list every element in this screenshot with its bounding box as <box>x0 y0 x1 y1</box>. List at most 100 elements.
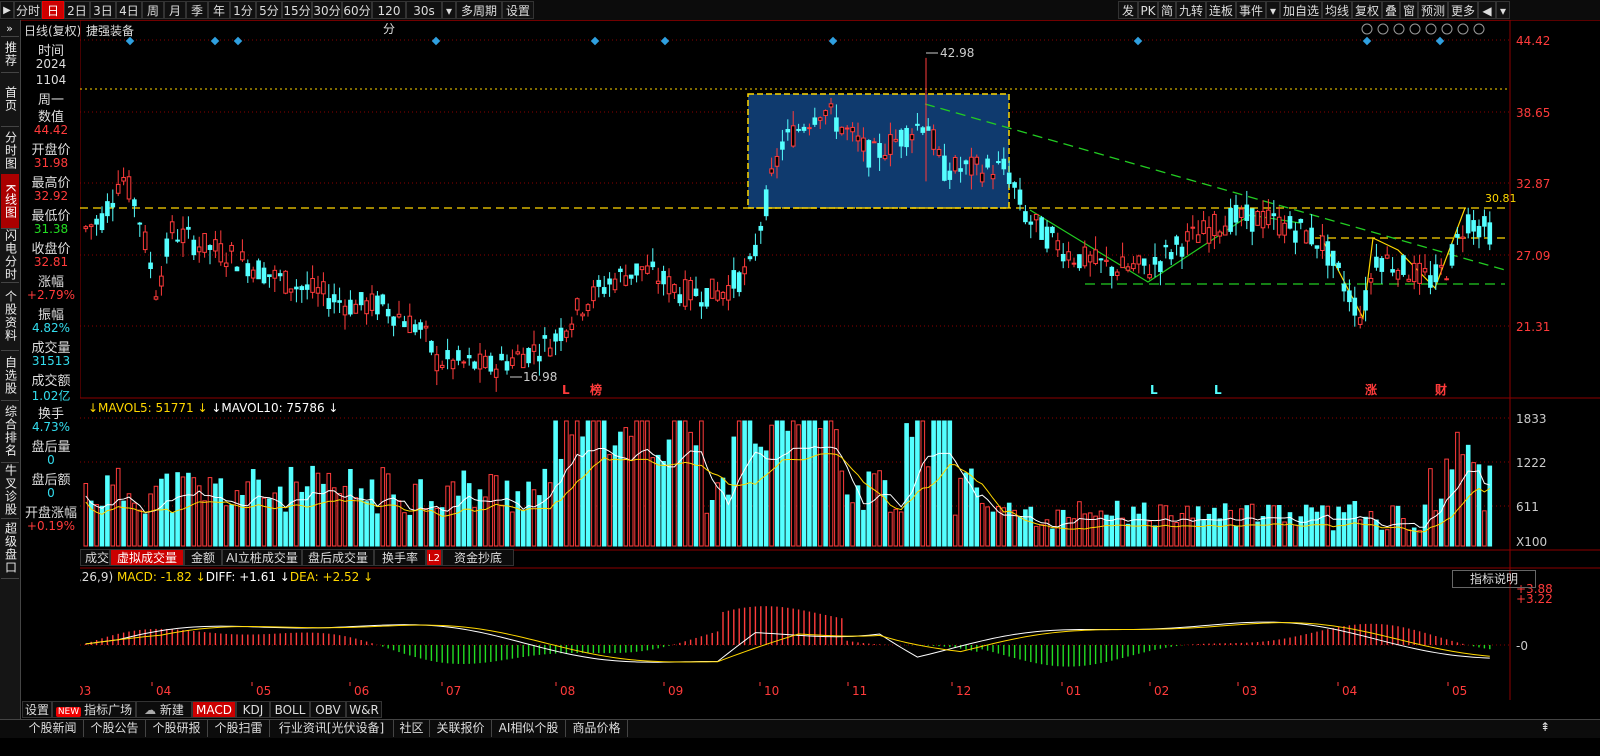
period-tab[interactable]: 60分 <box>342 1 372 19</box>
signal-label[interactable]: L <box>1150 383 1158 397</box>
left-nav-item[interactable]: 分时图 <box>1 126 19 175</box>
tool-button[interactable]: 发 <box>1118 1 1138 19</box>
left-nav-item[interactable]: 超级盘口 <box>1 518 19 579</box>
candle-body <box>250 269 256 279</box>
news-tab[interactable]: 个股研报 <box>146 720 208 737</box>
news-tab[interactable]: 个股公告 <box>84 720 146 737</box>
signal-label[interactable]: L <box>1214 383 1222 397</box>
lock-icon[interactable] <box>1425 23 1437 35</box>
bottom-indicator-tab[interactable]: OBV <box>310 701 346 718</box>
indicator-tab[interactable]: 盘后成交量 <box>302 549 374 566</box>
period-tab[interactable]: 多周期 <box>456 1 502 19</box>
period-tab[interactable]: 5分 <box>256 1 282 19</box>
left-nav-item[interactable]: 自选股 <box>1 350 19 401</box>
event-marker-icon[interactable] <box>431 36 441 46</box>
tool-button[interactable]: 更多 <box>1448 1 1478 19</box>
brush-icon[interactable] <box>1377 23 1389 35</box>
chevron-down-icon[interactable]: ▾ <box>442 1 456 19</box>
window-icon[interactable] <box>1441 23 1453 35</box>
left-nav-item[interactable]: 首页 <box>1 72 19 127</box>
tool-button[interactable]: 复权 <box>1352 1 1382 19</box>
news-tab[interactable]: 关联报价 <box>430 720 492 737</box>
indicator-help-button[interactable]: 指标说明 <box>1452 570 1536 588</box>
news-tab[interactable]: 社区 <box>394 720 430 737</box>
left-nav-item[interactable]: 推荐 <box>1 36 19 73</box>
kline-chart[interactable]: 44.42 38.65 32.87 27.09 21.31 30.81 42.98 16.98… <box>80 20 1600 700</box>
eye-icon[interactable] <box>1393 23 1405 35</box>
event-marker-icon[interactable] <box>660 36 670 46</box>
tool-button[interactable]: 加自选 <box>1280 1 1322 19</box>
news-tab[interactable]: 行业资讯[光伏设备] <box>270 720 394 737</box>
period-tab[interactable]: 15分 <box>282 1 312 19</box>
period-tab[interactable]: 1分 <box>230 1 256 19</box>
tool-button[interactable]: 九转 <box>1176 1 1206 19</box>
indicator-tab[interactable]: 成交量 <box>80 549 110 566</box>
indicator-tab[interactable]: AI立桩成交量 <box>222 549 302 566</box>
news-tab[interactable]: 商品价格 <box>566 720 628 737</box>
zoom-in-icon[interactable] <box>1457 23 1469 35</box>
left-nav-item[interactable]: 牛叉诊股 <box>1 462 19 519</box>
period-tab[interactable]: 季 <box>186 1 208 19</box>
eye-off-icon[interactable] <box>1409 23 1421 35</box>
prev-icon[interactable]: ◀ <box>1478 1 1496 19</box>
chevron-down-icon[interactable]: ▾ <box>1496 1 1510 19</box>
tool-button[interactable]: PK <box>1138 1 1158 19</box>
bottom-indicator-tab[interactable]: 设置 <box>22 701 52 718</box>
period-tab[interactable]: 年 <box>208 1 230 19</box>
period-tab[interactable]: 3日 <box>90 1 116 19</box>
left-nav-item[interactable]: 闪电分时 <box>1 228 19 283</box>
event-marker-icon[interactable] <box>125 36 135 46</box>
collapse-icon[interactable]: ▶ <box>0 1 14 19</box>
indicator-tab[interactable]: 虚拟成交量 <box>110 549 184 566</box>
zoom-out-icon[interactable] <box>1473 23 1485 35</box>
signal-label[interactable]: 财 <box>1434 382 1447 397</box>
period-tab[interactable]: 日 <box>42 1 64 19</box>
event-marker-icon[interactable] <box>1435 36 1445 46</box>
event-marker-icon[interactable] <box>1362 36 1372 46</box>
bottom-indicator-tab[interactable]: NEW 指标广场 <box>52 701 136 718</box>
event-marker-icon[interactable] <box>590 36 600 46</box>
tool-button[interactable]: 预测 <box>1418 1 1448 19</box>
left-nav-item[interactable]: 综合排名 <box>1 400 19 463</box>
tool-button[interactable]: 均线 <box>1322 1 1352 19</box>
indicator-tab[interactable]: 金额 <box>184 549 222 566</box>
indicator-tab[interactable]: 换手率 <box>374 549 426 566</box>
tool-button[interactable]: 简 <box>1158 1 1176 19</box>
event-marker-icon[interactable] <box>828 36 838 46</box>
bottom-indicator-tab[interactable]: MACD <box>192 701 236 718</box>
settings-icon[interactable] <box>1361 23 1373 35</box>
bottom-indicator-tab[interactable]: ☁ 新建 <box>136 701 192 718</box>
left-nav-item[interactable]: 个股资料 <box>1 282 19 351</box>
period-tab[interactable]: 月 <box>164 1 186 19</box>
period-tab[interactable]: 周 <box>142 1 164 19</box>
signal-label[interactable]: 榜 <box>590 382 602 397</box>
period-tab[interactable]: 分时 <box>14 1 42 19</box>
period-tab[interactable]: 2日 <box>64 1 90 19</box>
bottom-indicator-tab[interactable]: BOLL <box>270 701 310 718</box>
period-tab[interactable]: 120分 <box>372 1 406 36</box>
signal-label[interactable]: 涨 <box>1365 382 1377 397</box>
period-tab[interactable]: 4日 <box>116 1 142 19</box>
news-tab[interactable]: 个股新闻 <box>22 720 84 737</box>
period-tab[interactable]: 30s <box>406 1 442 19</box>
indicator-tab[interactable]: 资金抄底 <box>442 549 514 566</box>
tool-button[interactable]: 叠 <box>1382 1 1400 19</box>
tool-button[interactable]: 窗 <box>1400 1 1418 19</box>
left-nav-item[interactable]: K线图 <box>1 174 19 229</box>
period-tab[interactable]: 30分 <box>312 1 342 19</box>
event-marker-icon[interactable] <box>233 36 243 46</box>
news-tab[interactable]: 个股扫雷 <box>208 720 270 737</box>
signal-label[interactable]: L <box>562 383 570 397</box>
tool-button[interactable]: 事件 <box>1236 1 1266 19</box>
period-tab[interactable]: 设置 <box>502 1 534 19</box>
event-marker-icon[interactable] <box>1133 36 1143 46</box>
chevron-down-icon[interactable]: ▾ <box>1266 1 1280 19</box>
event-marker-icon[interactable] <box>210 36 220 46</box>
candle-body <box>1276 216 1282 236</box>
expand-icon[interactable]: » <box>1 20 19 37</box>
tool-button[interactable]: 连板 <box>1206 1 1236 19</box>
bottom-indicator-tab[interactable]: W&R <box>346 701 382 718</box>
pin-icon[interactable]: ⇞ <box>1540 720 1550 734</box>
bottom-indicator-tab[interactable]: KDJ <box>236 701 270 718</box>
news-tab[interactable]: AI相似个股 <box>492 720 566 737</box>
